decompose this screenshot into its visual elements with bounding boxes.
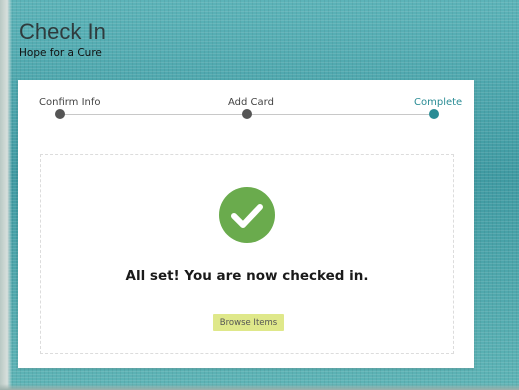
check-circle-icon xyxy=(219,187,275,243)
step-dot-complete xyxy=(429,109,439,119)
confirmation-panel: All set! You are now checked in. Browse … xyxy=(40,154,454,354)
step-dot-add-card xyxy=(242,109,252,119)
progress-stepper: Confirm Info Add Card Complete xyxy=(18,80,474,140)
step-label-confirm-info: Confirm Info xyxy=(39,97,101,108)
browse-items-button[interactable]: Browse Items xyxy=(213,314,284,331)
checkin-card: Confirm Info Add Card Complete All set! … xyxy=(18,80,474,368)
page-title: Check In xyxy=(19,19,106,44)
step-dot-confirm-info xyxy=(55,109,65,119)
page-header: Check In Hope for a Cure xyxy=(19,20,106,60)
step-label-complete: Complete xyxy=(414,97,463,108)
confirmation-message: All set! You are now checked in. xyxy=(125,268,369,284)
event-name: Hope for a Cure xyxy=(19,47,102,59)
bottom-frame-edge xyxy=(0,384,519,390)
left-frame-edge xyxy=(0,0,12,390)
step-label-add-card: Add Card xyxy=(228,97,274,108)
